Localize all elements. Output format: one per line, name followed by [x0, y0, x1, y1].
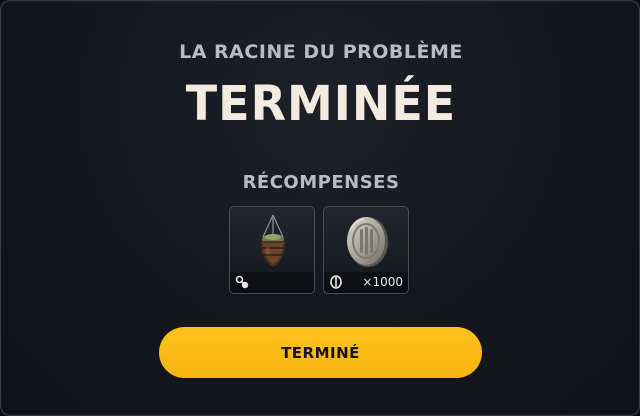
- completion-title: TERMINÉE: [185, 74, 457, 132]
- reward-card-coins[interactable]: ×1000: [323, 206, 409, 294]
- coin-icon: [330, 275, 342, 289]
- reward-card-lantern[interactable]: [229, 206, 315, 294]
- silver-coin-item-icon: [347, 217, 388, 267]
- reward-quantity: ×1000: [362, 275, 403, 289]
- rewards-heading: RÉCOMPENSES: [242, 172, 400, 193]
- quest-name: LA RACINE DU PROBLÈME: [179, 41, 463, 63]
- key-icon: [235, 275, 249, 289]
- hanging-lantern-item-icon: [261, 214, 285, 267]
- done-button[interactable]: TERMINÉ: [159, 327, 482, 378]
- quest-complete-dialog: LA RACINE DU PROBLÈME TERMINÉE RÉCOMPENS…: [0, 0, 640, 416]
